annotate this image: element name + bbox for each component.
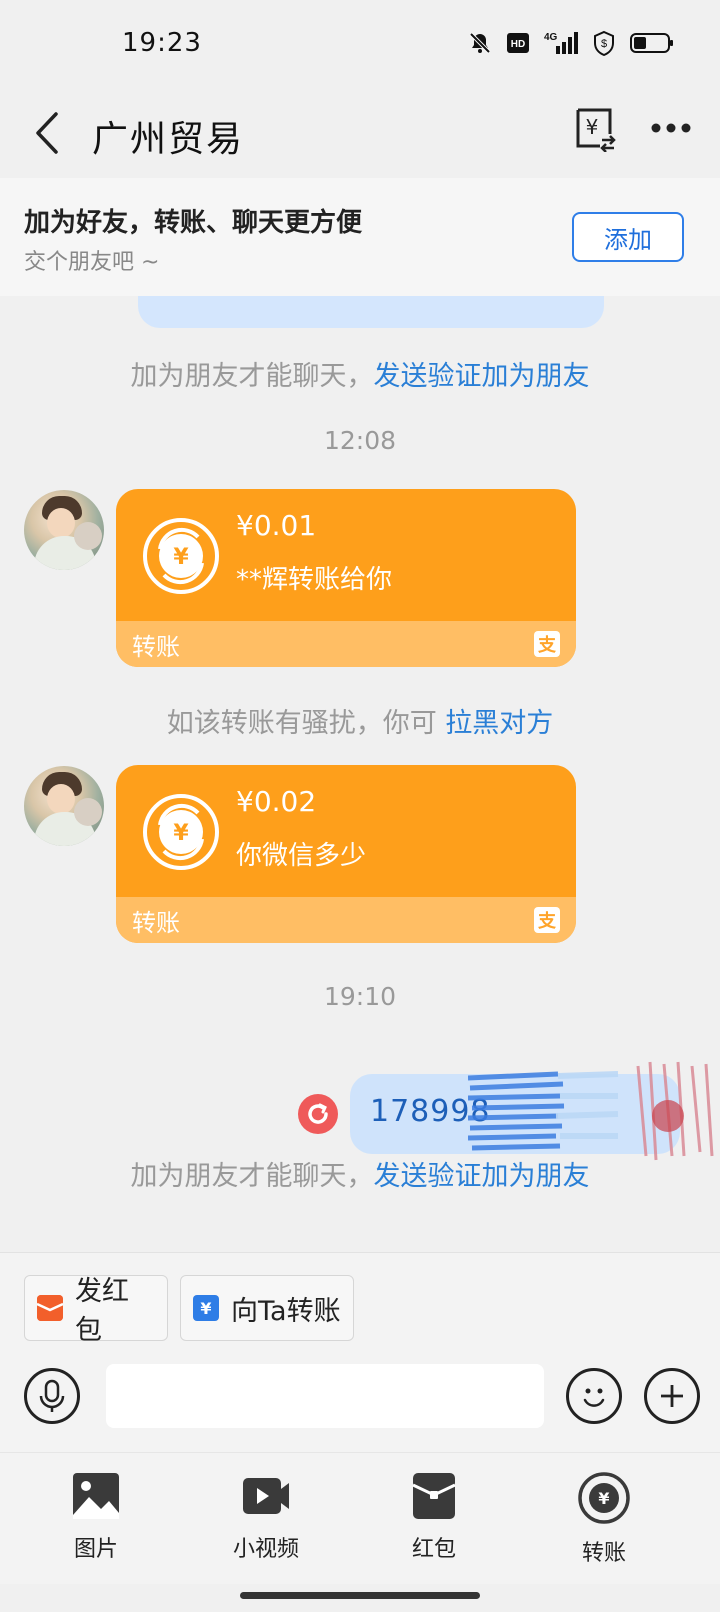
transfer-amount: ¥0.01 xyxy=(236,509,317,542)
shield-icon: $ xyxy=(592,30,616,56)
back-button[interactable] xyxy=(28,108,68,158)
avatar[interactable] xyxy=(24,490,104,570)
transfer-icon: ¥ xyxy=(193,1295,219,1321)
transfer-to-ta-label: 向Ta转账 xyxy=(231,1295,341,1327)
harass-notice: 如该转账有骚扰，你可 拉黑对方 xyxy=(0,701,720,740)
status-time: 19:23 xyxy=(122,28,202,58)
system-notice-text: 加为朋友才能聊天， xyxy=(130,1161,374,1192)
bell-off-icon xyxy=(468,31,492,55)
transfer-card[interactable]: ¥ ¥0.01 **辉转账给你 转账 支 xyxy=(116,489,576,667)
resend-icon[interactable] xyxy=(298,1094,338,1134)
send-verification-link[interactable]: 发送验证加为朋友 xyxy=(374,1161,590,1192)
tool-transfer-label: 转账 xyxy=(581,1541,626,1566)
transfer-note: 你微信多少 xyxy=(236,841,367,871)
avatar[interactable] xyxy=(24,766,104,846)
status-icons: HD 4G $ xyxy=(468,30,674,56)
plus-icon xyxy=(661,1385,683,1407)
message-input[interactable] xyxy=(106,1364,544,1428)
tool-red-packet-label: 红包 xyxy=(411,1537,456,1562)
chat-messages[interactable]: 加为朋友才能聊天，发送验证加为朋友 12:08 ¥ ¥0.01 **辉转账给你 … xyxy=(0,296,720,1252)
svg-text:¥: ¥ xyxy=(173,545,189,570)
status-bar: 19:23 HD 4G $ xyxy=(0,0,720,90)
system-notice-text: 加为朋友才能聊天， xyxy=(130,361,374,392)
svg-text:4G: 4G xyxy=(544,32,558,43)
4g-signal-icon: 4G xyxy=(544,30,578,56)
send-red-packet-label: 发红包 xyxy=(75,1276,129,1346)
block-link[interactable]: 拉黑对方 xyxy=(445,708,553,739)
image-icon xyxy=(73,1473,119,1519)
battery-icon xyxy=(630,32,674,54)
alipay-icon: 支 xyxy=(534,907,560,933)
hd-icon: HD xyxy=(506,32,530,54)
yuan-transfer-icon: ¥ xyxy=(576,108,616,153)
tool-red-packet[interactable]: 红包 xyxy=(374,1471,494,1581)
input-row xyxy=(0,1348,720,1452)
transfer-cycle-icon: ¥ xyxy=(143,794,219,870)
banner-subtitle: 交个朋友吧 ~ xyxy=(24,250,160,275)
send-verification-link[interactable]: 发送验证加为朋友 xyxy=(374,361,590,392)
tool-short-video-label: 小视频 xyxy=(232,1537,299,1562)
transfer-amount: ¥0.02 xyxy=(236,785,317,818)
tool-short-video[interactable]: 小视频 xyxy=(206,1471,326,1581)
banner-title: 加为好友，转账、聊天更方便 xyxy=(24,208,363,238)
more-dots-icon xyxy=(651,123,691,133)
tool-image-label: 图片 xyxy=(73,1537,118,1562)
previous-message-bubble[interactable] xyxy=(138,296,604,328)
smiley-icon xyxy=(583,1388,605,1407)
emoji-button[interactable] xyxy=(566,1368,622,1424)
transfer-cycle-icon: ¥ xyxy=(143,518,219,594)
add-friend-banner: 加为好友，转账、聊天更方便 交个朋友吧 ~ 添加 xyxy=(0,178,720,296)
timestamp: 19:10 xyxy=(323,982,397,1011)
transfer-header-button[interactable]: ¥ xyxy=(572,106,616,153)
tool-image[interactable]: 图片 xyxy=(36,1471,156,1581)
more-actions-button[interactable] xyxy=(644,1368,700,1424)
harass-notice-text: 如该转账有骚扰，你可 xyxy=(166,708,446,739)
chat-header: 广州贸易 ¥ xyxy=(0,90,720,178)
transfer-footer: 转账 支 xyxy=(116,621,576,667)
svg-text:¥: ¥ xyxy=(598,1489,609,1508)
voice-button[interactable] xyxy=(24,1368,80,1424)
send-red-packet-button[interactable]: 发红包 xyxy=(24,1275,168,1346)
page-title: 广州贸易 xyxy=(92,119,245,160)
home-indicator[interactable] xyxy=(240,1592,480,1599)
transfer-to-ta-button[interactable]: ¥ 向Ta转账 xyxy=(180,1275,354,1341)
video-icon xyxy=(243,1478,289,1514)
transfer-footer: 转账 支 xyxy=(116,897,576,943)
red-packet-icon xyxy=(412,1473,456,1519)
svg-text:$: $ xyxy=(601,38,607,50)
microphone-icon xyxy=(39,1379,65,1412)
back-arrow-icon xyxy=(36,112,58,154)
transfer-icon: ¥ xyxy=(578,1472,630,1524)
svg-text:¥: ¥ xyxy=(173,821,189,846)
more-button[interactable] xyxy=(650,120,692,136)
alipay-icon: 支 xyxy=(534,631,560,657)
transfer-footer-label: 转账 xyxy=(132,633,180,661)
transfer-footer-label: 转账 xyxy=(132,909,180,937)
system-notice: 加为朋友才能聊天，发送验证加为朋友 xyxy=(0,1154,720,1193)
transfer-note: **辉转账给你 xyxy=(236,565,393,595)
timestamp: 12:08 xyxy=(323,426,397,455)
tool-transfer[interactable]: ¥ 转账 xyxy=(544,1471,664,1581)
svg-text:¥: ¥ xyxy=(586,115,599,139)
quick-actions-bar: 发红包 ¥ 向Ta转账 xyxy=(0,1252,720,1348)
svg-text:HD: HD xyxy=(511,39,525,50)
tools-panel: 图片 小视频 红包 ¥ 转账 xyxy=(0,1452,720,1584)
system-notice: 加为朋友才能聊天，发送验证加为朋友 xyxy=(0,354,720,393)
red-packet-icon xyxy=(37,1295,63,1321)
transfer-card[interactable]: ¥ ¥0.02 你微信多少 转账 支 xyxy=(116,765,576,943)
add-friend-button[interactable]: 添加 xyxy=(572,212,684,262)
